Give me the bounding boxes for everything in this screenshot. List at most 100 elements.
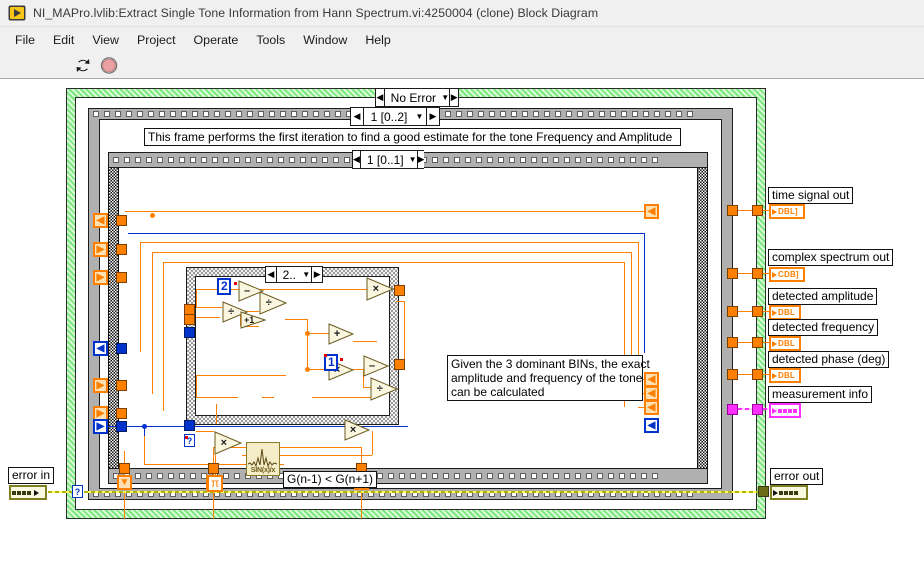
indicator-tunnel-5[interactable] — [727, 369, 738, 380]
complex-spectrum-out-terminal[interactable]: CDB] — [769, 267, 805, 282]
indicator-tunnel-4b[interactable] — [752, 337, 763, 348]
error-case-selector[interactable]: ◀ No Error ▼ ▶ — [375, 88, 459, 107]
run-continuously-button[interactable] — [72, 55, 94, 76]
tunnel-in-1[interactable]: ◀ — [93, 213, 108, 228]
inner-tunnel-c[interactable] — [184, 327, 195, 338]
menu-operate[interactable]: Operate — [185, 30, 248, 50]
wire-double — [196, 317, 220, 318]
menu-tools[interactable]: Tools — [247, 30, 294, 50]
error-out-terminal[interactable] — [770, 485, 808, 500]
indicator-tunnel-2[interactable] — [727, 268, 738, 279]
inner-case-selector-label: 2.. — [282, 267, 296, 282]
sinc-subvi-caption: SIN(x)/x — [250, 467, 276, 474]
wire-double — [372, 431, 373, 455]
menu-file[interactable]: File — [6, 30, 44, 50]
indicator-tunnel-2b[interactable] — [752, 268, 763, 279]
menu-view[interactable]: View — [83, 30, 128, 50]
error-in-question-node[interactable]: ? — [72, 485, 83, 498]
tunnel-in-2[interactable]: ▶ — [93, 242, 108, 257]
case-next-arrow-icon[interactable]: ▶ — [426, 108, 439, 125]
inner-case-selector[interactable]: ◀ 2.. ▼ ▶ — [265, 266, 323, 283]
block-diagram-canvas[interactable]: ◀ No Error ▼ ▶ ◀ 1 [0..2] ▼ ▶ This frame… — [0, 79, 924, 562]
shift-register-5[interactable] — [116, 380, 127, 391]
detected-frequency-terminal[interactable]: DBL — [769, 336, 801, 351]
case-next-arrow-icon[interactable]: ▶ — [449, 89, 458, 106]
error-out-tunnel[interactable] — [758, 486, 769, 497]
indicator-tunnel-4[interactable] — [727, 337, 738, 348]
chevron-down-icon[interactable]: ▼ — [301, 270, 311, 279]
shift-register-7[interactable] — [116, 421, 127, 432]
tunnel-in-3[interactable]: ▶ — [93, 270, 108, 285]
sinc-subvi[interactable]: SIN(x)/x — [246, 442, 280, 476]
tunnel-out-1[interactable]: ◀ — [644, 204, 659, 219]
arrow-down-icon: ▼ — [119, 476, 130, 488]
dominant-bins-comment: Given the 3 dominant BINs, the exact amp… — [447, 355, 650, 401]
case-prev-arrow-icon[interactable]: ◀ — [266, 267, 277, 282]
case-next-arrow-icon[interactable]: ▶ — [416, 151, 425, 168]
measurement-info-terminal[interactable] — [769, 403, 801, 418]
multiply-2-node[interactable]: × — [366, 277, 394, 301]
tunnel-out-4[interactable]: ◀ — [644, 400, 659, 415]
indicator-tunnel-3b[interactable] — [752, 306, 763, 317]
multiply-3-node[interactable]: × — [344, 419, 370, 441]
inner-out-tunnel-2[interactable] — [394, 359, 405, 370]
divide-3-node[interactable]: ÷ — [370, 377, 398, 401]
tunnel-in-4[interactable]: ◀ — [93, 341, 108, 356]
pi-constant[interactable]: π — [207, 475, 223, 492]
inner-out-tunnel-1[interactable] — [394, 285, 405, 296]
divide-2-node[interactable]: ÷ — [259, 291, 287, 315]
shift-register-3[interactable] — [116, 272, 127, 283]
indicator-tunnel-5b[interactable] — [752, 369, 763, 380]
error-out-label: error out — [770, 468, 824, 485]
abort-execution-button[interactable] — [98, 55, 120, 76]
inner-tunnel-d[interactable] — [184, 420, 195, 431]
menu-bar: File Edit View Project Operate Tools Win… — [0, 27, 924, 52]
time-signal-out-type: DBL] — [778, 207, 798, 216]
error-in-terminal[interactable] — [9, 485, 47, 500]
menu-project[interactable]: Project — [128, 30, 185, 50]
tunnel-out-3[interactable]: ◀ — [644, 386, 659, 401]
tunnel-in-7[interactable]: ▶ — [93, 419, 108, 434]
wire-double — [738, 374, 752, 375]
tunnel-in-5[interactable]: ▶ — [93, 378, 108, 393]
add-1-node[interactable]: + — [328, 323, 354, 345]
tunnel-out-5[interactable]: ◀ — [644, 418, 659, 433]
bottom-tunnel-1[interactable] — [119, 463, 130, 474]
tunnel-out-2[interactable]: ◀ — [644, 372, 659, 387]
case-next-arrow-icon[interactable]: ▶ — [311, 267, 323, 282]
chevron-down-icon[interactable]: ▼ — [441, 93, 449, 102]
menu-window[interactable]: Window — [294, 30, 356, 50]
indicator-tunnel-1b[interactable] — [752, 205, 763, 216]
multiply-pi-node[interactable]: × — [214, 431, 242, 455]
indicator-tunnel-1[interactable] — [727, 205, 738, 216]
indicator-tunnel-6[interactable] — [727, 404, 738, 415]
chevron-down-icon[interactable]: ▼ — [413, 112, 426, 121]
detected-amplitude-terminal[interactable]: DBL — [769, 305, 801, 320]
bottom-arrow-tunnel-1[interactable]: ▼ — [117, 475, 132, 490]
arrow-right-icon: ▶ — [96, 271, 105, 283]
case-prev-arrow-icon[interactable]: ◀ — [376, 89, 385, 106]
detected-phase-terminal[interactable]: DBL — [769, 368, 801, 383]
numeric-constant-2[interactable]: 2 — [217, 278, 231, 295]
menu-help[interactable]: Help — [356, 30, 399, 50]
shift-register-6[interactable] — [116, 408, 127, 419]
case-prev-arrow-icon[interactable]: ◀ — [351, 108, 364, 125]
inner-tunnel-b[interactable] — [184, 314, 195, 325]
cluster-glyph-icon — [777, 408, 797, 413]
wire-double — [312, 397, 372, 398]
case-prev-arrow-icon[interactable]: ◀ — [353, 151, 361, 168]
menu-edit[interactable]: Edit — [44, 30, 83, 50]
middle-case-selector[interactable]: ◀ 1 [0..1] ▼ ▶ — [352, 150, 425, 169]
indicator-tunnel-6b[interactable] — [752, 404, 763, 415]
wire-junction — [305, 331, 310, 336]
bottom-tunnel-2[interactable] — [208, 463, 219, 474]
time-signal-out-terminal[interactable]: DBL] — [769, 204, 805, 219]
shift-register-4[interactable] — [116, 343, 127, 354]
outer-case-selector[interactable]: ◀ 1 [0..2] ▼ ▶ — [350, 107, 440, 126]
shift-register-2[interactable] — [116, 244, 127, 255]
chevron-down-icon[interactable]: ▼ — [409, 155, 417, 164]
wire-double — [738, 210, 752, 211]
subtract-2-node[interactable]: – — [363, 355, 389, 377]
shift-register-1[interactable] — [116, 215, 127, 226]
indicator-tunnel-3[interactable] — [727, 306, 738, 317]
